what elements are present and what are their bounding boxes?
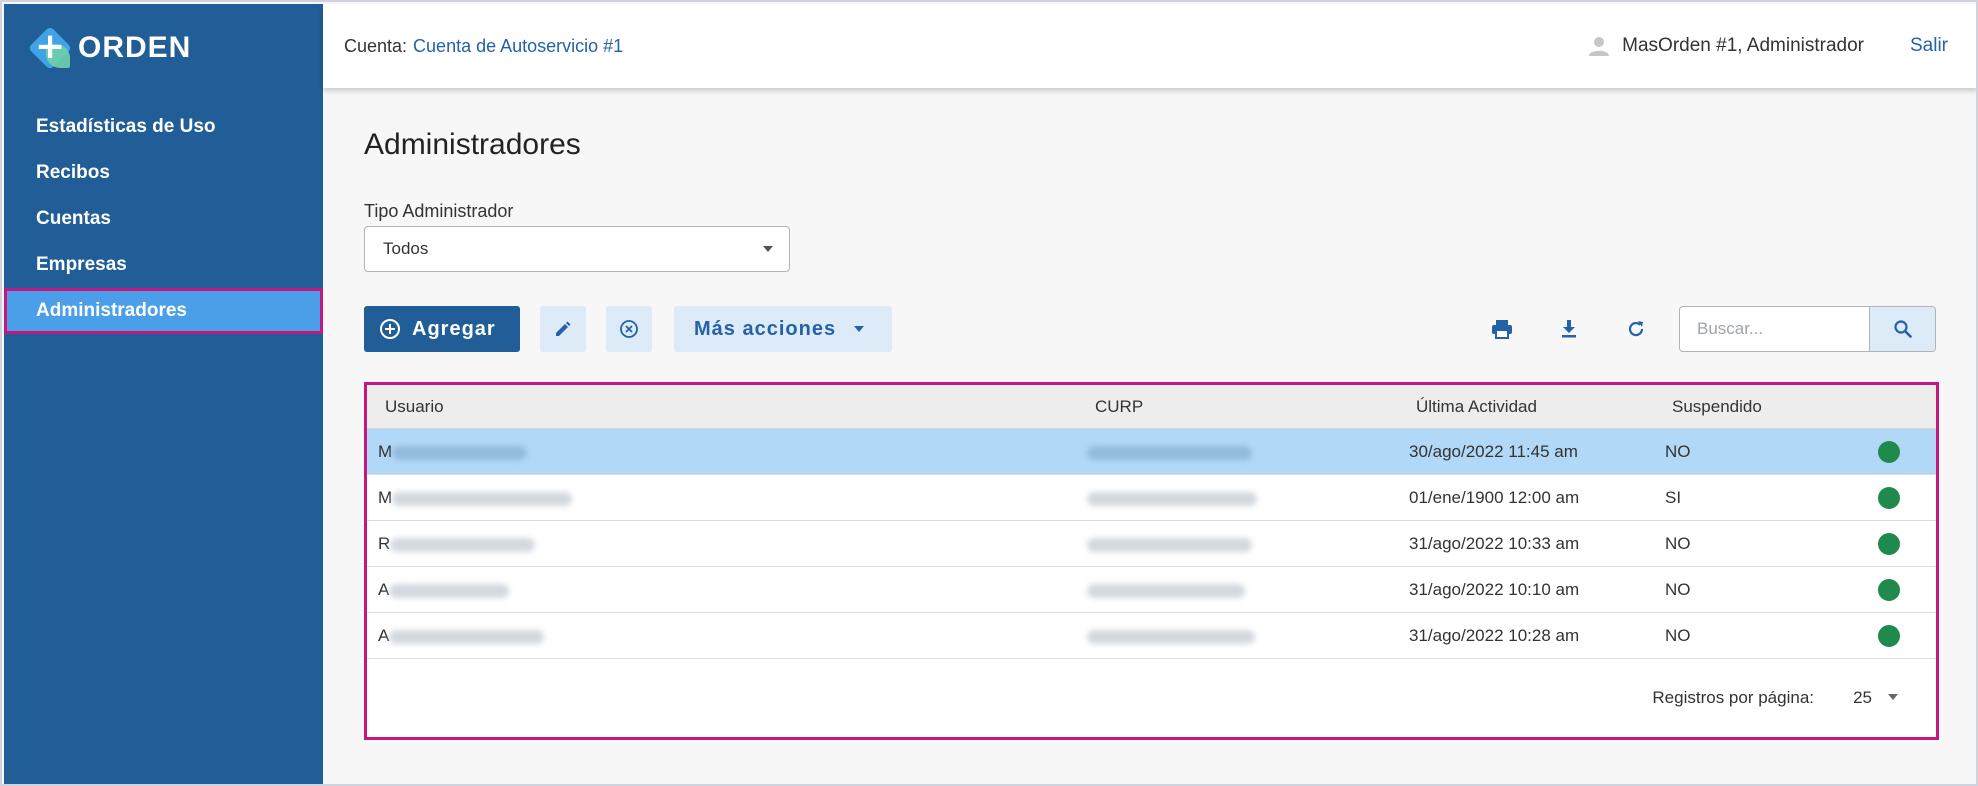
column-header-ultima-actividad[interactable]: Última Actividad: [1416, 385, 1537, 429]
redacted-text: [389, 583, 510, 598]
logo-plus-icon: +: [26, 25, 76, 71]
cell-ultima-actividad: 31/ago/2022 10:10 am: [1409, 580, 1580, 599]
cell-suspendido: NO: [1665, 580, 1691, 599]
sidebar-item-empresas[interactable]: Empresas: [4, 242, 323, 288]
brand-name: ORDEN: [78, 31, 192, 64]
cell-usuario: A: [378, 567, 510, 613]
more-actions-button[interactable]: Más acciones: [674, 306, 892, 352]
cell-usuario: M: [378, 429, 528, 475]
table-row[interactable]: A 31/ago/2022 10:10 am NO: [367, 567, 1936, 613]
cell-suspendido: NO: [1665, 442, 1691, 461]
logout-link[interactable]: Salir: [1910, 4, 1948, 88]
cell-ultima-actividad: 30/ago/2022 11:45 am: [1409, 442, 1578, 461]
cell-curp: [1087, 613, 1255, 659]
status-dot-icon: [1878, 579, 1900, 601]
sidebar: + ORDEN Estadísticas de Uso Recibos Cuen…: [4, 4, 323, 784]
table-row[interactable]: M 30/ago/2022 11:45 am NO: [367, 429, 1936, 475]
redacted-text: [389, 629, 545, 644]
search-icon: [1893, 320, 1912, 338]
sidebar-item-estadisticas[interactable]: Estadísticas de Uso: [4, 104, 323, 150]
table-row[interactable]: A 31/ago/2022 10:28 am NO: [367, 613, 1936, 659]
cell-ultima-actividad: 31/ago/2022 10:33 am: [1409, 534, 1580, 553]
rows-per-page-select[interactable]: 25: [1853, 659, 1872, 737]
more-actions-label: Más acciones: [694, 317, 837, 340]
edit-icon: [556, 321, 571, 336]
status-dot-icon: [1878, 487, 1900, 509]
cell-usuario: A: [378, 613, 545, 659]
cell-usuario: R: [378, 521, 536, 567]
brand-logo[interactable]: + ORDEN: [26, 25, 192, 71]
filter-label: Tipo Administrador: [364, 201, 514, 221]
redacted-text: [390, 537, 536, 552]
status-dot-icon: [1878, 533, 1900, 555]
account-label: Cuenta:: [344, 36, 408, 56]
search-box: [1679, 306, 1936, 352]
cell-suspendido: NO: [1665, 626, 1691, 645]
sidebar-item-cuentas[interactable]: Cuentas: [4, 196, 323, 242]
admin-type-value: Todos: [383, 239, 429, 258]
cancel-icon: [620, 320, 638, 338]
search-button[interactable]: [1869, 307, 1935, 351]
cell-curp: [1087, 475, 1257, 521]
status-dot-icon: [1878, 625, 1900, 647]
user-name: MasOrden #1, Administrador: [1622, 35, 1864, 56]
account-link[interactable]: Cuenta de Autoservicio #1: [413, 36, 623, 56]
edit-button[interactable]: [540, 306, 586, 352]
redacted-text: [1087, 583, 1245, 598]
download-button[interactable]: [1554, 314, 1584, 344]
administrators-table: Usuario CURP Última Actividad Suspendido…: [364, 382, 1939, 740]
app-frame: + ORDEN Estadísticas de Uso Recibos Cuen…: [0, 0, 1978, 786]
rows-per-page-label: Registros por página:: [1652, 688, 1814, 707]
sidebar-nav: Estadísticas de Uso Recibos Cuentas Empr…: [4, 104, 323, 334]
account-info: Cuenta: Cuenta de Autoservicio #1: [344, 4, 623, 88]
user-info: MasOrden #1, Administrador: [1588, 4, 1864, 88]
redacted-text: [1087, 629, 1255, 644]
cell-curp: [1087, 429, 1252, 475]
redacted-text: [1087, 491, 1257, 506]
user-icon: [1589, 37, 1610, 56]
table-row[interactable]: M 01/ene/1900 12:00 am SI: [367, 475, 1936, 521]
cell-suspendido: NO: [1665, 534, 1691, 553]
table-header: Usuario CURP Última Actividad Suspendido: [367, 385, 1936, 429]
redacted-text: [392, 491, 573, 506]
redacted-text: [392, 445, 528, 460]
table-row[interactable]: R 31/ago/2022 10:33 am NO: [367, 521, 1936, 567]
cell-curp: [1087, 567, 1245, 613]
print-button[interactable]: [1487, 314, 1517, 344]
column-header-suspendido[interactable]: Suspendido: [1672, 385, 1762, 429]
chevron-down-icon[interactable]: [1888, 694, 1898, 700]
sidebar-item-recibos[interactable]: Recibos: [4, 150, 323, 196]
download-icon: [1562, 320, 1576, 338]
add-button[interactable]: Agregar: [364, 306, 520, 352]
cell-ultima-actividad: 01/ene/1900 12:00 am: [1409, 488, 1580, 507]
add-button-label: Agregar: [412, 317, 496, 340]
column-header-curp[interactable]: CURP: [1095, 385, 1143, 429]
redacted-text: [1087, 445, 1252, 460]
refresh-button[interactable]: [1621, 314, 1651, 344]
sidebar-item-administradores[interactable]: Administradores: [4, 288, 323, 334]
search-input[interactable]: [1680, 307, 1870, 351]
cell-usuario: M: [378, 475, 573, 521]
cell-ultima-actividad: 31/ago/2022 10:28 am: [1409, 626, 1580, 645]
cell-suspendido: SI: [1665, 488, 1682, 507]
pagination: Registros por página: 25: [367, 659, 1936, 737]
refresh-icon: [1628, 321, 1644, 337]
status-dot-icon: [1878, 441, 1900, 463]
cancel-button[interactable]: [606, 306, 652, 352]
cell-curp: [1087, 521, 1252, 567]
chevron-down-icon: [763, 246, 773, 252]
top-bar: Cuenta: Cuenta de Autoservicio #1 MasOrde…: [323, 4, 1976, 88]
chevron-down-icon: [854, 326, 865, 332]
admin-type-select[interactable]: Todos: [364, 226, 790, 272]
column-header-usuario[interactable]: Usuario: [385, 385, 444, 429]
print-icon: [1492, 320, 1512, 339]
add-circle-icon: [380, 319, 400, 339]
page-title: Administradores: [364, 128, 581, 161]
redacted-text: [1087, 537, 1252, 552]
